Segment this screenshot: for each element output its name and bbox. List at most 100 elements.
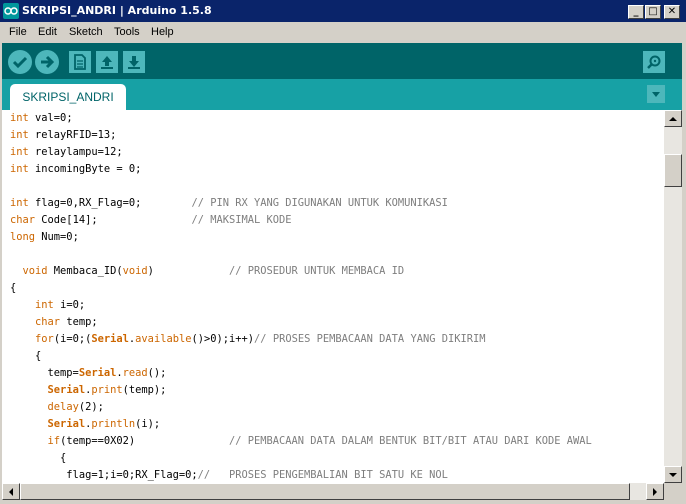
- arduino-logo-icon: [3, 3, 19, 19]
- code-line: Serial.println(i);: [10, 416, 592, 433]
- code-text-token: (i);: [135, 418, 161, 430]
- code-comment: // PROSES PEMBACAAN DATA YANG DIKIRIM: [254, 333, 486, 345]
- arrow-right-icon: [653, 488, 657, 496]
- code-keyword: Serial: [91, 333, 129, 345]
- tab-menu-button[interactable]: [647, 85, 665, 103]
- menu-help[interactable]: Help: [151, 26, 174, 38]
- code-keyword: int: [10, 163, 29, 175]
- code-text-token: (2);: [78, 401, 104, 413]
- code-text-token: (temp==0X02): [60, 435, 229, 447]
- code-keyword: read: [122, 367, 148, 379]
- menu-file[interactable]: File: [9, 26, 27, 38]
- code-line: temp=Serial.read();: [10, 365, 592, 382]
- scroll-left-button[interactable]: [2, 483, 20, 500]
- scroll-down-button[interactable]: [664, 466, 682, 483]
- horizontal-scrollbar[interactable]: [2, 483, 664, 500]
- horizontal-scroll-thumb[interactable]: [20, 483, 630, 500]
- code-text-token: ();: [147, 367, 167, 379]
- code-text-token: Code[14];: [35, 214, 192, 226]
- code-line: int flag=0,RX_Flag=0; // PIN RX YANG DIG…: [10, 195, 592, 212]
- code-line: char Code[14]; // MAKSIMAL KODE: [10, 212, 592, 229]
- code-keyword: println: [91, 418, 136, 430]
- code-line: if(temp==0X02) // PEMBACAAN DATA DALAM B…: [10, 433, 592, 450]
- code-keyword: int: [10, 146, 29, 158]
- code-keyword: int: [35, 299, 54, 311]
- save-icon: [128, 56, 140, 69]
- code-keyword: char: [35, 316, 61, 328]
- code-text-token: relaylampu=12;: [28, 146, 123, 158]
- serial-monitor-button[interactable]: [643, 51, 665, 73]
- code-text-token: (i=0;(: [53, 333, 92, 345]
- title-bar: SKRIPSI_ANDRI | Arduino 1.5.8 _ □ ✕: [0, 0, 686, 22]
- code-line: int incomingByte = 0;: [10, 161, 592, 178]
- code-text: int val=0; int relayRFID=13; int relaylamp…: [10, 110, 592, 483]
- verify-icon: [12, 56, 28, 69]
- arrow-left-icon: [9, 488, 13, 496]
- code-text-token: Membaca_ID(: [47, 265, 123, 277]
- code-line: int relayRFID=13;: [10, 127, 592, 144]
- tab-skripsi-andri[interactable]: SKRIPSI_ANDRI: [10, 84, 126, 110]
- arrow-up-icon: [669, 117, 677, 121]
- code-keyword: Serial: [47, 418, 86, 430]
- code-text-token: ()>0);i++): [191, 333, 255, 345]
- code-keyword: int: [10, 129, 29, 141]
- code-line: {: [10, 280, 592, 297]
- code-keyword: void: [22, 265, 48, 277]
- code-line: delay(2);: [10, 399, 592, 416]
- code-keyword: int: [10, 197, 29, 209]
- menu-sketch[interactable]: Sketch: [69, 26, 103, 38]
- code-text-token: val=0;: [28, 112, 73, 124]
- arrow-down-icon: [669, 473, 677, 477]
- upload-icon: [41, 55, 55, 69]
- code-text-token: flag=1;i=0;RX_Flag=0;: [10, 469, 198, 481]
- open-icon: [101, 56, 113, 69]
- window-frame-right: [682, 43, 686, 500]
- code-keyword: Serial: [78, 367, 117, 379]
- verify-button[interactable]: [8, 50, 32, 74]
- minimize-button[interactable]: _: [628, 5, 644, 19]
- menu-bar: File Edit Sketch Tools Help: [0, 22, 686, 43]
- code-keyword: long: [10, 231, 36, 243]
- code-editor[interactable]: int val=0; int relayRFID=13; int relaylamp…: [2, 110, 664, 483]
- code-line: long Num=0;: [10, 229, 592, 246]
- code-text-token: Num=0;: [35, 231, 79, 243]
- save-button[interactable]: [123, 51, 145, 73]
- new-button[interactable]: [69, 51, 91, 73]
- vertical-scroll-thumb[interactable]: [664, 154, 682, 187]
- code-text-token: temp;: [60, 316, 98, 328]
- maximize-button[interactable]: □: [645, 5, 661, 19]
- window-frame-left: [0, 43, 2, 500]
- scroll-right-button[interactable]: [646, 483, 664, 500]
- code-text-token: ): [147, 265, 229, 277]
- code-comment: // PEMBACAAN DATA DALAM BENTUK BIT/BIT A…: [228, 435, 592, 447]
- menu-edit[interactable]: Edit: [38, 26, 57, 38]
- code-line: char temp;: [10, 314, 592, 331]
- close-button[interactable]: ✕: [664, 5, 680, 19]
- code-keyword: int: [10, 112, 29, 124]
- code-text-token: {: [10, 350, 42, 362]
- scrollbar-corner: [664, 483, 682, 500]
- code-line: Serial.print(temp);: [10, 382, 592, 399]
- code-text-token: temp=: [10, 367, 79, 379]
- code-text-token: i=0;: [53, 299, 86, 311]
- code-line: int val=0;: [10, 110, 592, 127]
- code-comment: // PIN RX YANG DIGUNAKAN UNTUK KOMUNIKAS…: [191, 197, 448, 209]
- code-comment: // PROSES PENGEMBALIAN BIT SATU KE NOL: [197, 469, 448, 481]
- menu-tools[interactable]: Tools: [114, 26, 140, 38]
- vertical-scrollbar[interactable]: [664, 110, 682, 483]
- code-comment: // MAKSIMAL KODE: [191, 214, 292, 226]
- new-file-icon: [74, 54, 86, 70]
- chevron-down-icon: [652, 92, 660, 97]
- code-line: {: [10, 348, 592, 365]
- code-line: int relaylampu=12;: [10, 144, 592, 161]
- upload-button[interactable]: [35, 50, 59, 74]
- open-button[interactable]: [96, 51, 118, 73]
- scroll-up-button[interactable]: [664, 110, 682, 127]
